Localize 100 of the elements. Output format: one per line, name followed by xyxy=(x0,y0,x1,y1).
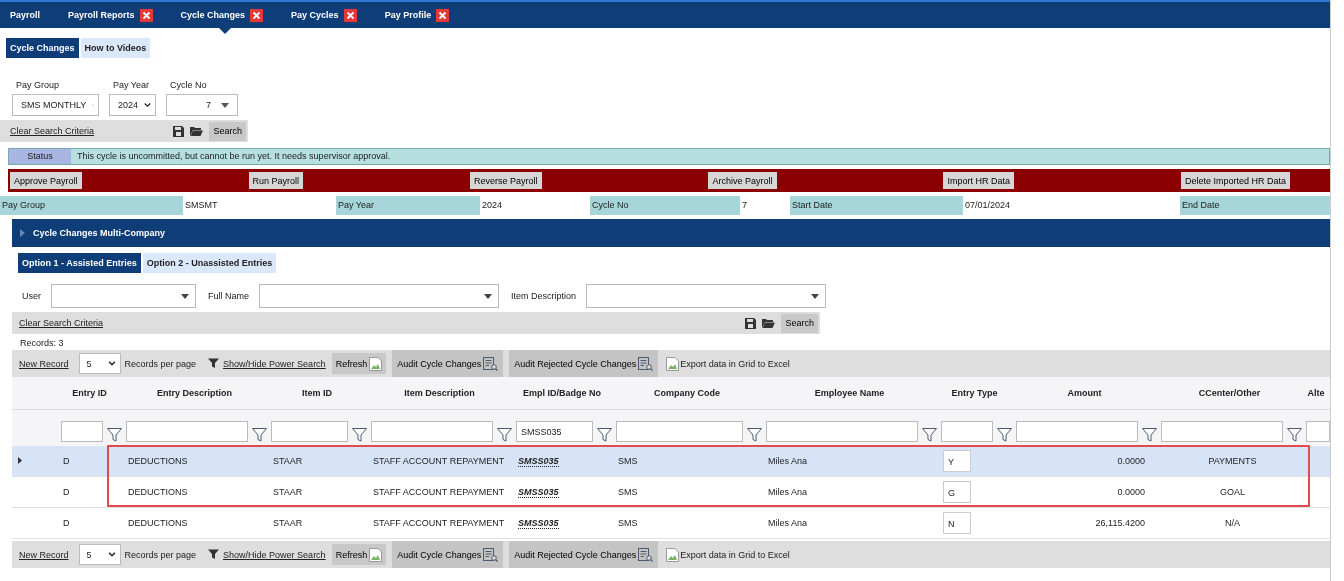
filter-input[interactable] xyxy=(616,420,743,442)
export-link[interactable]: Export data in Grid to Excel xyxy=(666,547,790,562)
nav-tab[interactable]: Payroll Reports xyxy=(68,2,153,28)
entry-type-field[interactable]: Y xyxy=(943,450,971,472)
employee-link[interactable]: SMSS035 xyxy=(518,456,559,467)
filter-input[interactable] xyxy=(1161,420,1283,442)
folder-icon[interactable] xyxy=(762,318,776,328)
search-button[interactable]: Search xyxy=(209,121,246,141)
table-cell: STAAR xyxy=(273,487,303,497)
column-header[interactable]: Employee Name xyxy=(814,388,885,398)
caret-icon xyxy=(181,293,189,299)
filter-icon[interactable] xyxy=(1142,427,1157,442)
action-button[interactable]: Approve Payroll xyxy=(10,172,82,189)
expand-icon[interactable] xyxy=(20,229,25,237)
filter-icon[interactable] xyxy=(922,427,937,442)
refresh-button[interactable]: Refresh xyxy=(331,353,387,374)
table-row[interactable]: D DEDUCTIONS STAAR STAFF ACCOUNT REPAYMENT SMSS035 SMS Miles Ana Y 0.0000 PAYMENTS xyxy=(12,446,1330,477)
info-label: Pay Group xyxy=(0,196,183,215)
close-icon[interactable] xyxy=(250,8,264,22)
dropdown[interactable]: 2024 xyxy=(109,94,156,116)
combo-box[interactable]: 7 xyxy=(166,94,238,116)
nav-tab[interactable]: Pay Profile xyxy=(384,2,450,28)
power-search-link[interactable]: Show/Hide Power Search xyxy=(223,549,326,560)
column-header[interactable]: Company Code xyxy=(654,388,720,398)
search-button[interactable]: Search xyxy=(781,313,818,333)
close-icon[interactable] xyxy=(139,8,153,22)
folder-icon[interactable] xyxy=(190,126,204,136)
filter-input[interactable] xyxy=(61,420,103,442)
page-size-select[interactable]: 5 xyxy=(78,544,121,565)
filter-input[interactable] xyxy=(126,420,248,442)
save-icon[interactable] xyxy=(745,317,757,329)
filter-input[interactable] xyxy=(371,420,493,442)
nav-tab[interactable]: Payroll xyxy=(10,2,40,28)
filter-icon[interactable] xyxy=(1287,427,1302,442)
status-message: This cycle is uncommitted, but cannot be run yet. It needs supervisor approval. xyxy=(71,149,1329,164)
nav-tab[interactable]: Pay Cycles xyxy=(291,2,357,28)
action-button[interactable]: Reverse Payroll xyxy=(470,172,542,189)
clear-search-link[interactable]: Clear Search Criteria xyxy=(10,126,95,136)
dropdown[interactable]: SMS MONTHLY xyxy=(12,94,99,116)
action-button[interactable]: Import HR Data xyxy=(943,172,1014,189)
table-row[interactable]: D DEDUCTIONS STAAR STAFF ACCOUNT REPAYMENT SMSS035 SMS Miles Ana G 0.0000 GOAL xyxy=(12,477,1330,508)
action-button[interactable]: Run Payroll xyxy=(248,172,304,189)
field-label: Cycle No xyxy=(169,80,208,90)
table-cell: Miles Ana xyxy=(768,456,808,466)
sub-tab[interactable]: Cycle Changes xyxy=(6,38,79,58)
audit-rejected-button[interactable]: Audit Rejected Cycle Changes xyxy=(509,350,659,377)
table-cell: DEDUCTIONS xyxy=(128,518,188,528)
broken-image-icon xyxy=(369,356,383,371)
filter-input[interactable] xyxy=(766,420,918,442)
filter-input[interactable] xyxy=(941,420,993,442)
filter-input[interactable] xyxy=(271,420,348,442)
table-cell: 26,115.4200 xyxy=(1095,518,1145,528)
save-icon[interactable] xyxy=(173,125,185,137)
nav-tab[interactable]: Cycle Changes xyxy=(180,2,264,28)
section-header[interactable]: Cycle Changes Multi-Company xyxy=(12,219,1330,247)
column-header[interactable]: Empl ID/Badge No xyxy=(523,388,601,398)
power-search-link[interactable]: Show/Hide Power Search xyxy=(223,358,326,369)
entry-type-field[interactable]: N xyxy=(943,512,971,534)
employee-link[interactable]: SMSS035 xyxy=(518,487,559,498)
field-label: Pay Year xyxy=(112,80,151,90)
column-header[interactable]: Item ID xyxy=(302,388,332,398)
filter-icon[interactable] xyxy=(747,427,762,442)
filter-icon[interactable] xyxy=(497,427,512,442)
column-header[interactable]: Entry Type xyxy=(951,388,998,398)
option-tab[interactable]: Option 2 - Unassisted Entries xyxy=(142,253,277,273)
column-header[interactable]: Item Description xyxy=(404,388,475,398)
filter-icon[interactable] xyxy=(107,427,122,442)
filter-input[interactable] xyxy=(1016,420,1138,442)
filter-icon[interactable] xyxy=(352,427,367,442)
per-page-label: Records per page xyxy=(124,549,197,560)
filter-icon[interactable] xyxy=(252,427,267,442)
sub-tab[interactable]: How to Videos xyxy=(80,38,151,58)
column-header[interactable]: Entry Description xyxy=(157,388,232,398)
column-header[interactable]: Amount xyxy=(1067,388,1102,398)
filter-icon[interactable] xyxy=(597,427,612,442)
audit-button[interactable]: Audit Cycle Changes xyxy=(392,350,504,377)
refresh-button[interactable]: Refresh xyxy=(331,544,387,565)
new-record-link[interactable]: New Record xyxy=(19,549,69,560)
column-header[interactable]: CCenter/Other xyxy=(1198,388,1261,398)
filter-input[interactable]: SMSS035 xyxy=(516,420,593,442)
employee-link[interactable]: SMSS035 xyxy=(518,518,559,529)
filter-icon[interactable] xyxy=(997,427,1012,442)
close-icon[interactable] xyxy=(343,8,357,22)
audit-button[interactable]: Audit Cycle Changes xyxy=(392,541,504,568)
option-tab[interactable]: Option 1 - Assisted Entries xyxy=(18,253,141,273)
clear-search-link[interactable]: Clear Search Criteria xyxy=(19,318,104,328)
close-icon[interactable] xyxy=(436,8,450,22)
export-link[interactable]: Export data in Grid to Excel xyxy=(666,356,790,371)
page-size-select[interactable]: 5 xyxy=(78,353,121,374)
entry-type-field[interactable]: G xyxy=(943,481,971,503)
table-cell: GOAL xyxy=(1220,487,1245,497)
table-row[interactable]: D DEDUCTIONS STAAR STAFF ACCOUNT REPAYMENT SMSS035 SMS Miles Ana N 26,115.4200 N/A xyxy=(12,508,1330,539)
action-button[interactable]: Delete Imported HR Data xyxy=(1180,172,1290,189)
column-header[interactable]: Entry ID xyxy=(72,388,107,398)
action-button[interactable]: Archive Payroll xyxy=(708,172,777,189)
new-record-link[interactable]: New Record xyxy=(19,358,69,369)
filter-input[interactable] xyxy=(1306,420,1330,442)
table-cell: 0.0000 xyxy=(1117,487,1145,497)
audit-rejected-button[interactable]: Audit Rejected Cycle Changes xyxy=(509,541,659,568)
column-header[interactable]: Alte xyxy=(1307,388,1325,398)
